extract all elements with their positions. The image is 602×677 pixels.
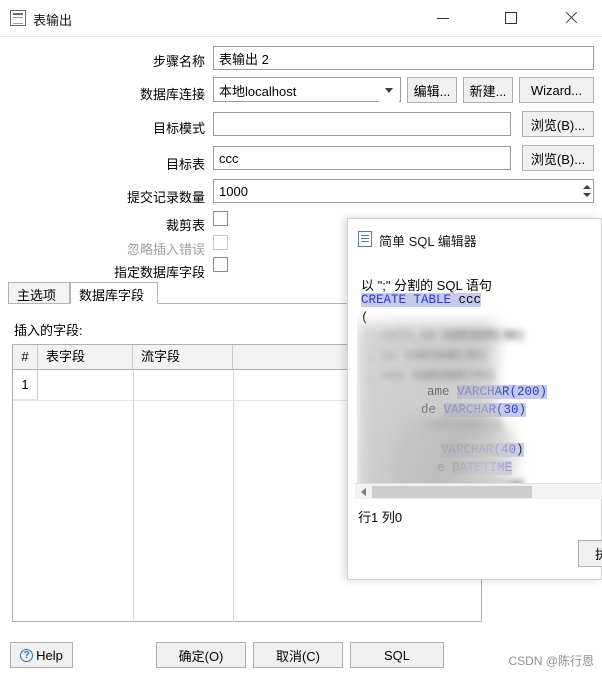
help-button[interactable]: ? Help: [10, 642, 73, 668]
specify-db-fields-label: 指定数据库字段: [113, 265, 205, 280]
column-header-index[interactable]: #: [13, 345, 38, 369]
stepper-up-icon[interactable]: [583, 185, 591, 189]
ignore-insert-errors-checkbox: [213, 235, 228, 250]
connection-label: 数据库连接: [139, 87, 205, 102]
specify-db-fields-checkbox[interactable]: [213, 257, 228, 272]
maximize-icon[interactable]: [488, 0, 534, 36]
connection-row: 数据库连接: [0, 81, 205, 105]
step-name-row: 步骤名称: [0, 48, 205, 72]
target-table-input[interactable]: [213, 146, 511, 170]
tab-main-options[interactable]: 主选项: [8, 282, 70, 304]
column-separator: [233, 370, 234, 622]
column-header-table-field[interactable]: 表字段: [38, 345, 133, 369]
connection-combo[interactable]: 本地localhost: [213, 77, 401, 102]
horizontal-scrollbar[interactable]: [355, 483, 602, 499]
minimize-icon[interactable]: [420, 0, 466, 36]
inserted-fields-label: 插入的字段:: [14, 323, 83, 338]
cancel-button[interactable]: 取消(C): [253, 642, 343, 668]
new-connection-button[interactable]: 新建...: [463, 77, 513, 103]
sql-editor-icon: [358, 231, 372, 247]
window-title: 表输出: [33, 13, 73, 28]
sql-editor-subtitle: 以 ";" 分割的 SQL 语句: [361, 278, 492, 293]
sql-execute-button[interactable]: 执行: [578, 540, 602, 567]
target-schema-label: 目标模式: [152, 121, 205, 136]
sql-line-create: CREATE TABLE ccc: [361, 293, 482, 307]
title-bar: 表输出: [0, 0, 602, 37]
help-button-label: Help: [36, 647, 63, 663]
table-output-dialog: 表输出 步骤名称 数据库连接 本地localhost 编辑... 新建... W…: [0, 0, 602, 677]
table-output-icon: [10, 10, 26, 26]
edit-connection-button[interactable]: 编辑...: [407, 77, 457, 103]
sql-text-area[interactable]: CREATE TABLE ccc ( cell_id VARCHAR(30) ,…: [357, 293, 601, 493]
column-separator: [133, 370, 134, 622]
help-icon: ?: [20, 648, 34, 662]
column-header-stream-field[interactable]: 流字段: [133, 345, 233, 369]
tab-database-fields[interactable]: 数据库字段: [70, 282, 158, 304]
stepper-down-icon[interactable]: [583, 193, 591, 197]
watermark: CSDN @陈行恩: [508, 654, 594, 668]
browse-table-button[interactable]: 浏览(B)...: [522, 145, 594, 171]
browse-schema-button[interactable]: 浏览(B)...: [522, 111, 594, 137]
connection-value: 本地localhost: [219, 84, 297, 99]
truncate-table-checkbox[interactable]: [213, 211, 228, 226]
specify-db-fields-row: 指定数据库字段: [0, 259, 205, 283]
blur-overlay: [387, 413, 517, 493]
chevron-down-icon[interactable]: [379, 79, 399, 102]
truncate-table-row: 裁剪表: [0, 212, 205, 236]
step-name-input[interactable]: [213, 46, 594, 70]
target-schema-input[interactable]: [213, 112, 511, 136]
truncate-table-label: 裁剪表: [165, 218, 205, 233]
ignore-insert-errors-row: 忽略插入错误: [0, 236, 205, 260]
commit-size-label: 提交记录数量: [126, 190, 205, 205]
ok-button[interactable]: 确定(O): [156, 642, 246, 668]
sql-button[interactable]: SQL: [350, 642, 444, 668]
close-icon[interactable]: [548, 0, 594, 36]
sql-editor-title-bar: 简单 SQL 编辑器: [348, 219, 601, 257]
target-schema-row: 目标模式: [0, 115, 205, 139]
wizard-connection-button[interactable]: Wizard...: [519, 77, 594, 103]
commit-size-row: 提交记录数量: [0, 184, 205, 208]
step-name-label: 步骤名称: [152, 54, 205, 69]
ignore-insert-errors-label: 忽略插入错误: [126, 242, 205, 257]
table-row-number: 1: [13, 370, 38, 400]
sql-cursor-status: 行1 列0: [358, 510, 403, 525]
target-table-row: 目标表: [0, 151, 205, 175]
sql-editor-title: 简单 SQL 编辑器: [379, 234, 477, 249]
scrollbar-thumb[interactable]: [372, 486, 532, 498]
scroll-left-icon[interactable]: [355, 484, 371, 500]
commit-size-input[interactable]: [213, 179, 581, 203]
commit-size-stepper[interactable]: [580, 179, 594, 203]
target-table-label: 目标表: [165, 157, 205, 172]
